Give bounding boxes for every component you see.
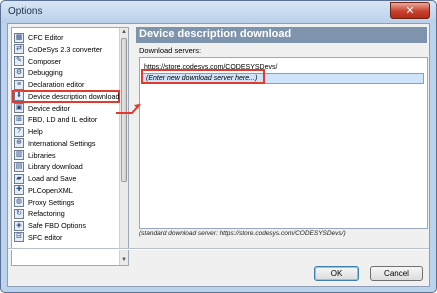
sidebar-item-label: Debugging bbox=[28, 68, 63, 78]
sidebar-item[interactable]: ⚙ Debugging bbox=[14, 67, 120, 78]
help-icon: ? bbox=[14, 126, 24, 137]
sidebar-item-label: International Settings bbox=[28, 138, 96, 148]
footer-separator bbox=[8, 248, 429, 250]
scroll-down-arrow-icon[interactable]: ▼ bbox=[120, 256, 128, 265]
standard-server-footnote: (standard download server: https://store… bbox=[139, 230, 346, 237]
sidebar-item[interactable]: ⬇ Device description download bbox=[12, 89, 120, 103]
plcopenxml-icon: ✚ bbox=[14, 185, 24, 196]
sidebar-item-label: Libraries bbox=[28, 150, 56, 160]
category-scrollbar[interactable]: ▲ ▼ bbox=[119, 28, 128, 265]
category-list: ▦ CFC Editor ⇄ CoDeSys 2.3 converter ✎ Compos… bbox=[11, 27, 129, 266]
close-button[interactable]: ✕ bbox=[390, 2, 430, 19]
scroll-up-arrow-icon[interactable]: ▲ bbox=[120, 28, 128, 37]
sidebar-item[interactable]: ▦ CFC Editor bbox=[14, 32, 120, 43]
sidebar-item[interactable]: ↻ Refactoring bbox=[14, 208, 120, 219]
sidebar-item-label: Help bbox=[28, 127, 43, 136]
converter-icon: ⇄ bbox=[14, 44, 24, 55]
library-download-icon: ▤ bbox=[14, 161, 24, 172]
cfc-editor-icon: ▦ bbox=[14, 32, 24, 43]
libraries-icon: ▥ bbox=[14, 150, 24, 160]
sidebar-item-label: Declaration editor bbox=[28, 80, 85, 89]
international-settings-icon: ⊕ bbox=[14, 138, 24, 149]
sidebar-item[interactable]: ⊕ International Settings bbox=[14, 138, 120, 149]
debugging-icon: ⚙ bbox=[14, 67, 24, 78]
sidebar-item-label: Device description download bbox=[28, 91, 120, 101]
composer-icon: ✎ bbox=[14, 56, 24, 66]
load-save-icon: ▰ bbox=[14, 173, 24, 184]
sidebar-item-label: Composer bbox=[28, 56, 62, 66]
panel-title: Device description download bbox=[139, 28, 292, 40]
sidebar-item-label: FBD, LD and IL editor bbox=[28, 115, 98, 125]
sidebar-item-label: SFC editor bbox=[28, 232, 63, 242]
annotation-arrow-icon bbox=[116, 103, 141, 114]
sidebar-item-label: Proxy Settings bbox=[28, 197, 75, 207]
sidebar-item-label: CFC Editor bbox=[28, 33, 64, 42]
declaration-editor-icon: ≡ bbox=[14, 79, 24, 90]
panel-header: Device description download bbox=[136, 27, 427, 43]
sidebar-item[interactable]: ⊟ SFC editor bbox=[14, 232, 120, 243]
sidebar-item[interactable]: ≡ Declaration editor bbox=[14, 79, 120, 90]
sidebar-item[interactable]: ✎ Composer bbox=[14, 56, 120, 67]
window-title: Options bbox=[8, 6, 43, 17]
sidebar-item[interactable]: ✚ PLCopenXML bbox=[14, 185, 120, 196]
annotation-highlight-box bbox=[141, 69, 265, 84]
sidebar-item-label: Device editor bbox=[28, 103, 70, 113]
sidebar-item[interactable]: ◈ Safe FBD Options bbox=[14, 220, 120, 231]
cancel-button[interactable]: Cancel bbox=[370, 266, 423, 281]
dialog-client-area: ▦ CFC Editor ⇄ CoDeSys 2.3 converter ✎ Compos… bbox=[7, 23, 430, 287]
sidebar-item[interactable]: ◍ Proxy Settings bbox=[14, 197, 120, 208]
device-download-icon: ⬇ bbox=[14, 91, 24, 102]
refactoring-icon: ↻ bbox=[14, 208, 24, 219]
download-servers-label: Download servers: bbox=[139, 46, 202, 55]
sidebar-item-label: Load and Save bbox=[28, 174, 77, 183]
fbd-editor-icon: ⊞ bbox=[14, 114, 24, 125]
sidebar-item[interactable]: ▥ Libraries bbox=[14, 150, 120, 161]
sidebar-item[interactable]: ▣ Device editor bbox=[14, 103, 120, 114]
title-bar[interactable]: Options ✕ bbox=[1, 1, 436, 23]
safe-fbd-icon: ◈ bbox=[14, 220, 24, 231]
ok-button[interactable]: OK bbox=[314, 266, 359, 281]
sidebar-item-label: Safe FBD Options bbox=[28, 221, 86, 230]
sidebar-item[interactable]: ⇄ CoDeSys 2.3 converter bbox=[14, 44, 120, 55]
proxy-settings-icon: ◍ bbox=[14, 197, 24, 207]
sidebar-item[interactable]: ▰ Load and Save bbox=[14, 173, 120, 184]
options-dialog: Options ✕ ▦ CFC Editor ⇄ CoDeSys 2.3 conver… bbox=[0, 0, 437, 293]
sidebar-item-label: PLCopenXML bbox=[28, 185, 73, 195]
device-editor-icon: ▣ bbox=[14, 103, 24, 113]
sidebar-item-label: Library download bbox=[28, 162, 83, 172]
sidebar-item[interactable]: ⊞ FBD, LD and IL editor bbox=[14, 114, 120, 125]
sfc-editor-icon: ⊟ bbox=[14, 232, 24, 243]
sidebar-item-label: CoDeSys 2.3 converter bbox=[28, 44, 103, 54]
sidebar-item[interactable]: ▤ Library download bbox=[14, 161, 120, 172]
sidebar-item[interactable]: ? Help bbox=[14, 126, 120, 137]
sidebar-item-label: Refactoring bbox=[28, 209, 65, 219]
